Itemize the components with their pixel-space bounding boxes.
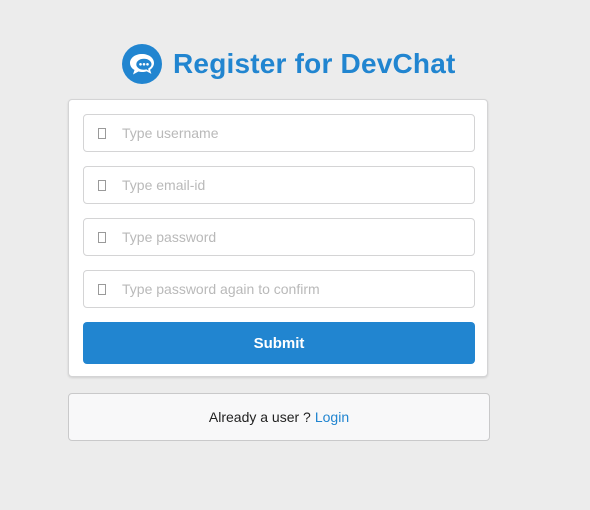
username-field[interactable] bbox=[83, 114, 475, 152]
mail-icon bbox=[84, 167, 120, 203]
email-field[interactable] bbox=[83, 166, 475, 204]
login-message: Already a user ? Login bbox=[68, 393, 490, 441]
confirm-password-input[interactable] bbox=[122, 271, 474, 307]
username-input[interactable] bbox=[122, 115, 474, 151]
lock-icon bbox=[84, 219, 120, 255]
lock-icon bbox=[84, 271, 120, 307]
password-field[interactable] bbox=[83, 218, 475, 256]
password-input[interactable] bbox=[122, 219, 474, 255]
email-input[interactable] bbox=[122, 167, 474, 203]
login-link[interactable]: Login bbox=[315, 409, 349, 425]
page-header: Register for DevChat bbox=[122, 44, 456, 84]
chat-bubbles-icon bbox=[122, 44, 162, 84]
submit-button[interactable]: Submit bbox=[83, 322, 475, 364]
confirm-password-field[interactable] bbox=[83, 270, 475, 308]
page-title: Register for DevChat bbox=[173, 48, 456, 79]
register-form: Submit bbox=[68, 99, 488, 377]
already-user-text: Already a user ? bbox=[208, 409, 311, 425]
user-icon bbox=[84, 115, 120, 151]
register-page: Register for DevChat Sub bbox=[0, 0, 590, 510]
